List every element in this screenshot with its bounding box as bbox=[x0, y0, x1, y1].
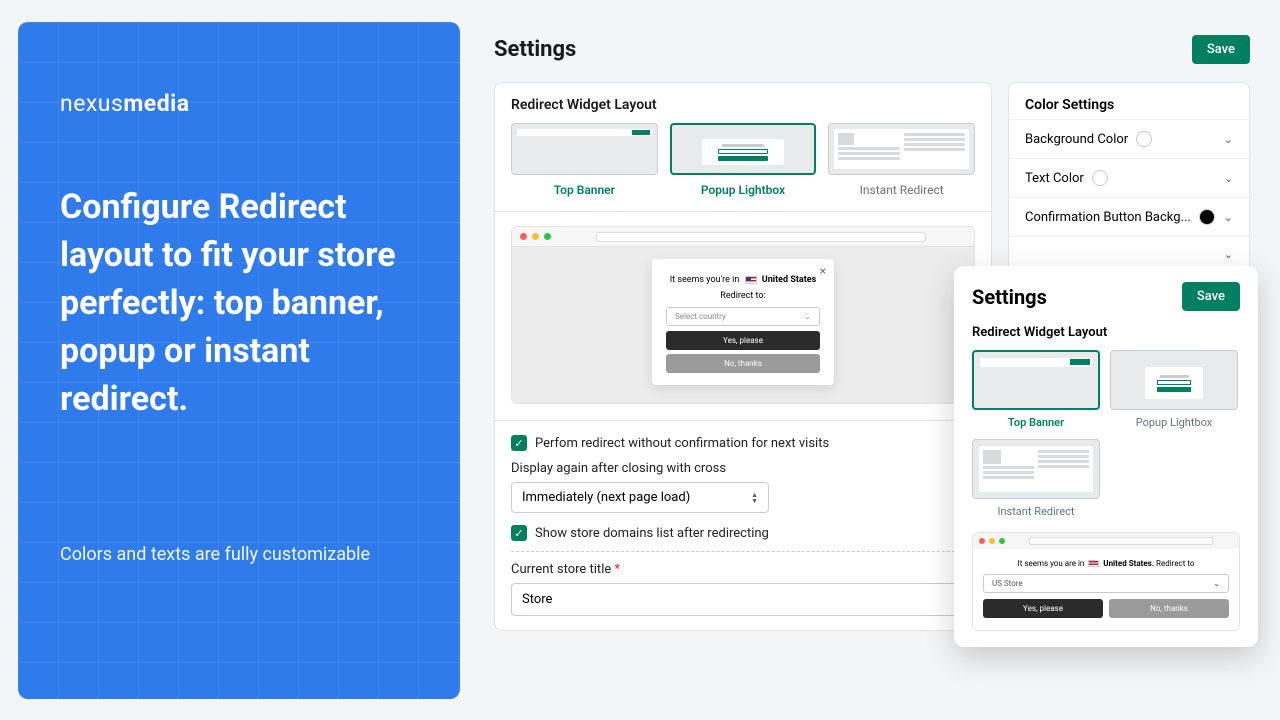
promo-subtext: Colors and texts are fully customizable bbox=[60, 541, 418, 569]
color-row-confirm-button[interactable]: Confirmation Button Backg... ⌄ bbox=[1009, 197, 1249, 236]
overlay-layout-top-banner[interactable]: Top Banner bbox=[972, 350, 1100, 429]
page-title: Settings bbox=[494, 37, 576, 62]
select-stepper-icon: ▲▼ bbox=[751, 492, 758, 504]
overlay-layout-label: Top Banner bbox=[972, 416, 1100, 429]
color-swatch bbox=[1136, 131, 1152, 147]
color-row-background[interactable]: Background Color ⌄ bbox=[1009, 119, 1249, 158]
chevron-down-icon: ⌄ bbox=[1224, 133, 1233, 146]
title-bar: Settings Save bbox=[494, 35, 1250, 64]
checkbox-icon: ✓ bbox=[511, 525, 527, 541]
color-swatch bbox=[1199, 209, 1215, 225]
display-again-label: Display again after closing with cross bbox=[511, 461, 975, 476]
overlay-section-heading: Redirect Widget Layout bbox=[972, 325, 1240, 340]
promo-panel: nexusmedia Configure Redirect layout to … bbox=[18, 22, 460, 699]
chevron-down-icon: ⌄ bbox=[1213, 579, 1220, 588]
flag-us-icon bbox=[1088, 560, 1099, 567]
overlay-save-button[interactable]: Save bbox=[1182, 282, 1240, 311]
color-label: Text Color bbox=[1025, 171, 1084, 186]
checkbox-show-domains[interactable]: ✓ Show store domains list after redirect… bbox=[511, 525, 975, 541]
overlay-layout-label: Instant Redirect bbox=[972, 505, 1100, 518]
floating-settings-panel: Settings Save Redirect Widget Layout Top… bbox=[954, 266, 1258, 647]
checkbox-label: Show store domains list after redirectin… bbox=[535, 526, 769, 541]
layout-heading: Redirect Widget Layout bbox=[495, 83, 991, 123]
flag-us-icon bbox=[745, 276, 757, 284]
checkbox-icon: ✓ bbox=[511, 435, 527, 451]
layout-popup-lightbox[interactable]: Popup Lightbox bbox=[670, 123, 817, 197]
layout-preview: × It seems you're in United States Redir… bbox=[511, 226, 975, 404]
checkbox-redirect-no-confirm[interactable]: ✓ Perfom redirect without confirmation f… bbox=[511, 435, 975, 451]
preview-no-button[interactable]: No, thanks bbox=[666, 354, 820, 373]
save-button[interactable]: Save bbox=[1192, 35, 1250, 64]
chevron-down-icon: ⌄ bbox=[1224, 248, 1233, 261]
checkbox-label: Perfom redirect without confirmation for… bbox=[535, 436, 829, 451]
preview-redirect-label: Redirect to: bbox=[666, 291, 820, 301]
overlay-layout-popup[interactable]: Popup Lightbox bbox=[1110, 350, 1238, 429]
overlay-preview-text: It seems you are in United States. Redir… bbox=[983, 559, 1229, 568]
overlay-title: Settings bbox=[972, 285, 1047, 309]
preview-yes-button[interactable]: Yes, please bbox=[666, 331, 820, 350]
layout-label: Top Banner bbox=[511, 183, 658, 197]
color-row-text[interactable]: Text Color ⌄ bbox=[1009, 158, 1249, 197]
layout-label: Instant Redirect bbox=[828, 183, 975, 197]
color-label: Confirmation Button Backg... bbox=[1025, 210, 1191, 225]
preview-country-select[interactable]: Select country⌄ bbox=[666, 307, 820, 326]
overlay-yes-button[interactable]: Yes, please bbox=[983, 599, 1103, 618]
chevron-down-icon: ⌄ bbox=[1224, 211, 1233, 224]
color-swatch bbox=[1092, 170, 1108, 186]
brand-logo: nexusmedia bbox=[60, 90, 418, 117]
overlay-store-select[interactable]: US Store⌄ bbox=[983, 574, 1229, 593]
promo-headline: Configure Redirect layout to fit your st… bbox=[60, 183, 418, 423]
close-icon[interactable]: × bbox=[820, 264, 826, 278]
overlay-no-button[interactable]: No, thanks bbox=[1109, 599, 1229, 618]
behaviour-form: ✓ Perfom redirect without confirmation f… bbox=[495, 421, 991, 630]
logo-light: nexus bbox=[60, 90, 123, 117]
chevron-down-icon: ⌄ bbox=[1224, 172, 1233, 185]
preview-location-text: It seems you're in United States bbox=[666, 275, 820, 285]
preview-popup: × It seems you're in United States Redir… bbox=[652, 259, 834, 385]
layout-label: Popup Lightbox bbox=[670, 183, 817, 197]
overlay-preview: It seems you are in United States. Redir… bbox=[972, 532, 1240, 631]
layout-card: Redirect Widget Layout Top Banner Popup … bbox=[494, 82, 992, 631]
layout-top-banner[interactable]: Top Banner bbox=[511, 123, 658, 197]
color-label: Background Color bbox=[1025, 132, 1128, 147]
chevron-down-icon: ⌄ bbox=[804, 312, 811, 321]
overlay-layout-label: Popup Lightbox bbox=[1110, 416, 1238, 429]
store-title-label: Current store title * bbox=[511, 562, 975, 577]
overlay-browser-chrome bbox=[973, 533, 1239, 549]
layout-instant-redirect[interactable]: Instant Redirect bbox=[828, 123, 975, 197]
layout-options: Top Banner Popup Lightbox Instant Redire… bbox=[495, 123, 991, 211]
display-again-select[interactable]: Immediately (next page load) ▲▼ bbox=[511, 482, 769, 513]
preview-browser-chrome bbox=[512, 227, 974, 247]
overlay-layout-instant[interactable]: Instant Redirect bbox=[972, 439, 1100, 518]
store-title-input[interactable] bbox=[511, 583, 975, 616]
logo-bold: media bbox=[123, 90, 189, 117]
color-settings-heading: Color Settings bbox=[1009, 83, 1249, 119]
